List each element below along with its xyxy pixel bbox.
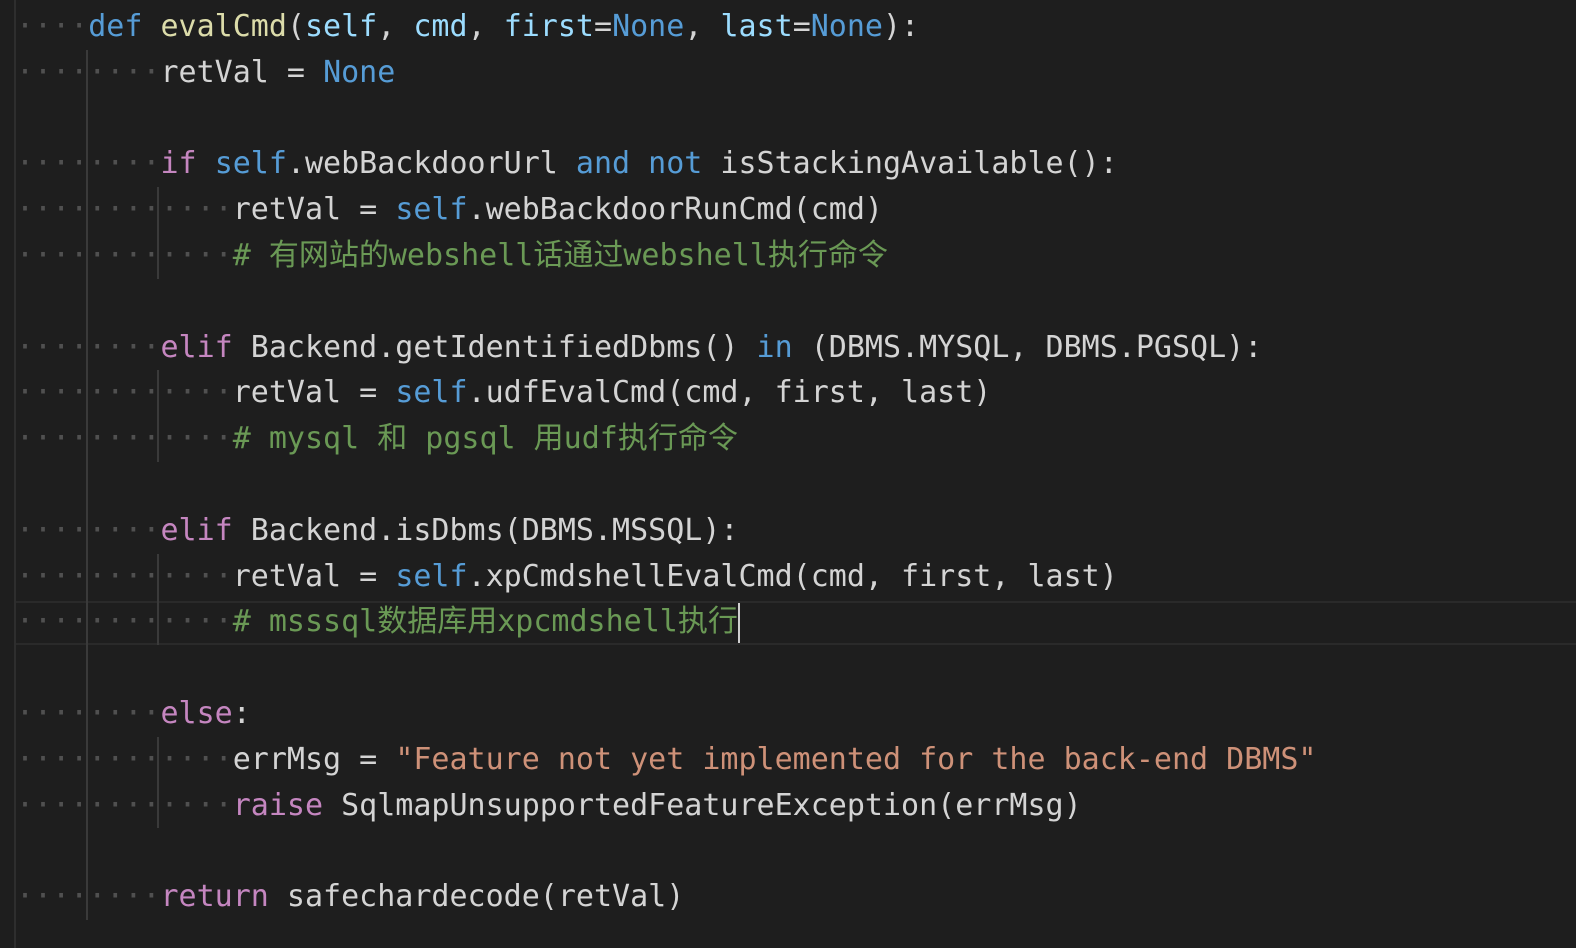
code-token: .webBackdoorUrl [286, 146, 576, 182]
code-editor[interactable]: ····def evalCmd(self, cmd, first=None, l… [0, 0, 1576, 948]
code-line[interactable]: ········else: [16, 691, 251, 737]
code-token: # msssql数据库用xpcmdshell执行 [232, 604, 738, 640]
whitespace-marker: ············ [16, 421, 233, 457]
whitespace-marker: ········ [16, 512, 161, 548]
whitespace-marker: ···· [16, 9, 89, 44]
code-token: Backend.getIdentifiedDbms() [232, 329, 757, 365]
code-token: retVal = [232, 558, 396, 594]
whitespace-marker: ········ [16, 146, 161, 182]
code-token: safechardecode(retVal) [268, 879, 685, 915]
code-token: raise [232, 787, 324, 823]
code-token: if [160, 146, 197, 182]
code-token: in [756, 329, 793, 365]
code-line[interactable]: ········elif Backend.getIdentifiedDbms()… [16, 325, 1262, 371]
code-token: self [395, 558, 468, 594]
code-token: , [684, 9, 721, 44]
code-token: # mysql 和 pgsql 用udf执行命令 [232, 421, 738, 457]
code-token: errMsg = [232, 741, 396, 777]
code-token: self [305, 9, 378, 44]
whitespace-marker: ············ [16, 787, 233, 823]
code-token: and [575, 146, 631, 182]
code-token: Backend.isDbms(DBMS.MSSQL): [232, 512, 739, 548]
code-token: def [88, 9, 143, 44]
code-token: .udfEvalCmd(cmd, first, last) [467, 375, 992, 411]
code-line[interactable]: ············# msssql数据库用xpcmdshell执行 [16, 599, 740, 645]
whitespace-marker: ········ [16, 696, 161, 731]
code-token: ( [286, 9, 305, 44]
code-token: .xpCmdshellEvalCmd(cmd, first, last) [467, 558, 1118, 594]
code-line[interactable]: ············retVal = self.webBackdoorRun… [16, 187, 883, 233]
code-token: self [214, 146, 287, 182]
code-token: : [232, 696, 251, 731]
code-line[interactable]: ········return safechardecode(retVal) [16, 874, 684, 920]
code-line[interactable]: ············retVal = self.xpCmdshellEval… [16, 554, 1118, 600]
code-token: "Feature not yet implemented for the bac… [395, 741, 1317, 777]
code-token: evalCmd [160, 9, 287, 44]
code-token: ): [883, 9, 920, 44]
code-line[interactable]: ········elif Backend.isDbms(DBMS.MSSQL): [16, 508, 738, 554]
code-token: elif [160, 329, 233, 365]
whitespace-marker: ············ [16, 375, 233, 411]
code-token: retVal = [232, 192, 396, 228]
code-token: = [594, 9, 613, 44]
code-line[interactable]: ············retVal = self.udfEvalCmd(cmd… [16, 370, 991, 416]
whitespace-marker: ············ [16, 741, 233, 777]
whitespace-marker: ············ [16, 238, 233, 273]
code-token: not [648, 146, 703, 182]
code-token: self [395, 375, 468, 411]
code-line[interactable]: ········if self.webBackdoorUrl and not i… [16, 141, 1118, 187]
text-cursor [737, 602, 740, 643]
whitespace-marker: ············ [16, 604, 233, 640]
code-token: .webBackdoorRunCmd(cmd) [467, 192, 883, 228]
whitespace-marker: ········ [16, 879, 161, 915]
whitespace-marker: ············ [16, 192, 233, 228]
code-token: retVal = [232, 375, 396, 411]
code-token: = [792, 9, 811, 44]
code-line[interactable]: ····def evalCmd(self, cmd, first=None, l… [16, 4, 919, 50]
code-token: (DBMS.MYSQL, DBMS.PGSQL): [792, 329, 1263, 365]
code-line[interactable]: ············errMsg = "Feature not yet im… [16, 737, 1316, 783]
code-line[interactable]: ············# mysql 和 pgsql 用udf执行命令 [16, 416, 738, 462]
code-token: return [160, 879, 269, 915]
code-line[interactable]: ············raise SqlmapUnsupportedFeatu… [16, 783, 1082, 829]
code-token: isStackingAvailable(): [702, 146, 1118, 182]
whitespace-marker: ············ [16, 558, 233, 594]
code-token: else [160, 696, 233, 731]
whitespace-marker: ········ [16, 54, 161, 90]
code-token: # 有网站的webshell话通过webshell执行命令 [232, 238, 888, 273]
code-token: None [810, 9, 883, 44]
code-token: first [503, 9, 594, 44]
code-token: None [323, 54, 396, 90]
code-token: self [395, 192, 468, 228]
code-token: cmd [413, 9, 468, 44]
code-token: None [612, 9, 685, 44]
code-line[interactable]: ········retVal = None [16, 50, 395, 96]
code-token: , [377, 9, 414, 44]
whitespace-marker: ········ [16, 329, 161, 365]
code-token: elif [160, 512, 233, 548]
code-token: last [720, 9, 793, 44]
code-token: SqlmapUnsupportedFeatureException(errMsg… [323, 787, 1082, 823]
code-token: , [467, 9, 504, 44]
code-token: retVal = [160, 54, 324, 90]
code-line[interactable]: ············# 有网站的webshell话通过webshell执行命… [16, 233, 888, 279]
